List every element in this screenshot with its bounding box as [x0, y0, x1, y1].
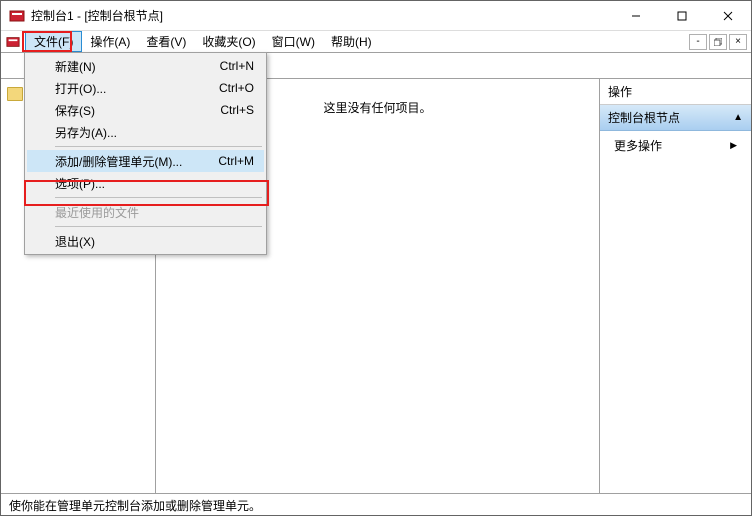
menu-item-add-remove-snapin[interactable]: 添加/删除管理单元(M)... Ctrl+M — [27, 150, 264, 172]
actions-more-label: 更多操作 — [614, 137, 662, 154]
menu-help[interactable]: 帮助(H) — [323, 31, 380, 52]
window-title: 控制台1 - [控制台根节点] — [31, 7, 613, 24]
mdi-minimize-button[interactable]: ‑ — [689, 34, 707, 50]
titlebar: 控制台1 - [控制台根节点] — [1, 1, 751, 31]
menu-file[interactable]: 文件(F) — [25, 31, 82, 52]
menu-favorites[interactable]: 收藏夹(O) — [194, 31, 263, 52]
mdi-close-button[interactable]: × — [729, 34, 747, 50]
app-icon — [9, 8, 25, 24]
submenu-arrow-icon: ▶ — [730, 140, 737, 151]
actions-more[interactable]: 更多操作 ▶ — [600, 131, 751, 160]
menu-item-save-as[interactable]: 另存为(A)... — [27, 121, 264, 143]
mdi-restore-button[interactable] — [709, 34, 727, 50]
statusbar: 使你能在管理单元控制台添加或删除管理单元。 — [1, 493, 751, 515]
file-menu-dropdown: 新建(N) Ctrl+N 打开(O)... Ctrl+O 保存(S) Ctrl+… — [24, 52, 267, 255]
window-controls — [613, 1, 751, 31]
menu-view[interactable]: 查看(V) — [138, 31, 194, 52]
menu-separator — [55, 226, 262, 227]
menu-item-options[interactable]: 选项(P)... — [27, 172, 264, 194]
menu-separator — [55, 146, 262, 147]
status-text: 使你能在管理单元控制台添加或删除管理单元。 — [9, 499, 261, 513]
minimize-button[interactable] — [613, 1, 659, 31]
menu-item-exit[interactable]: 退出(X) — [27, 230, 264, 252]
mdi-controls: ‑ × — [689, 31, 751, 52]
actions-title: 操作 — [600, 79, 751, 105]
actions-pane: 操作 控制台根节点 ▲ 更多操作 ▶ — [599, 79, 751, 493]
folder-icon — [7, 87, 23, 101]
close-button[interactable] — [705, 1, 751, 31]
actions-header-label: 控制台根节点 — [608, 109, 680, 126]
collapse-icon: ▲ — [733, 112, 743, 123]
menubar: 文件(F) 操作(A) 查看(V) 收藏夹(O) 窗口(W) 帮助(H) ‑ × — [1, 31, 751, 53]
menu-action[interactable]: 操作(A) — [82, 31, 138, 52]
menu-item-save[interactable]: 保存(S) Ctrl+S — [27, 99, 264, 121]
menu-item-new[interactable]: 新建(N) Ctrl+N — [27, 55, 264, 77]
actions-header[interactable]: 控制台根节点 ▲ — [600, 105, 751, 131]
menu-item-open[interactable]: 打开(O)... Ctrl+O — [27, 77, 264, 99]
empty-text: 这里没有任何项目。 — [323, 101, 431, 115]
menu-window[interactable]: 窗口(W) — [264, 31, 323, 52]
menu-separator — [55, 197, 262, 198]
menu-item-recent: 最近使用的文件 — [27, 201, 264, 223]
maximize-button[interactable] — [659, 1, 705, 31]
menubar-app-icon — [1, 31, 25, 52]
